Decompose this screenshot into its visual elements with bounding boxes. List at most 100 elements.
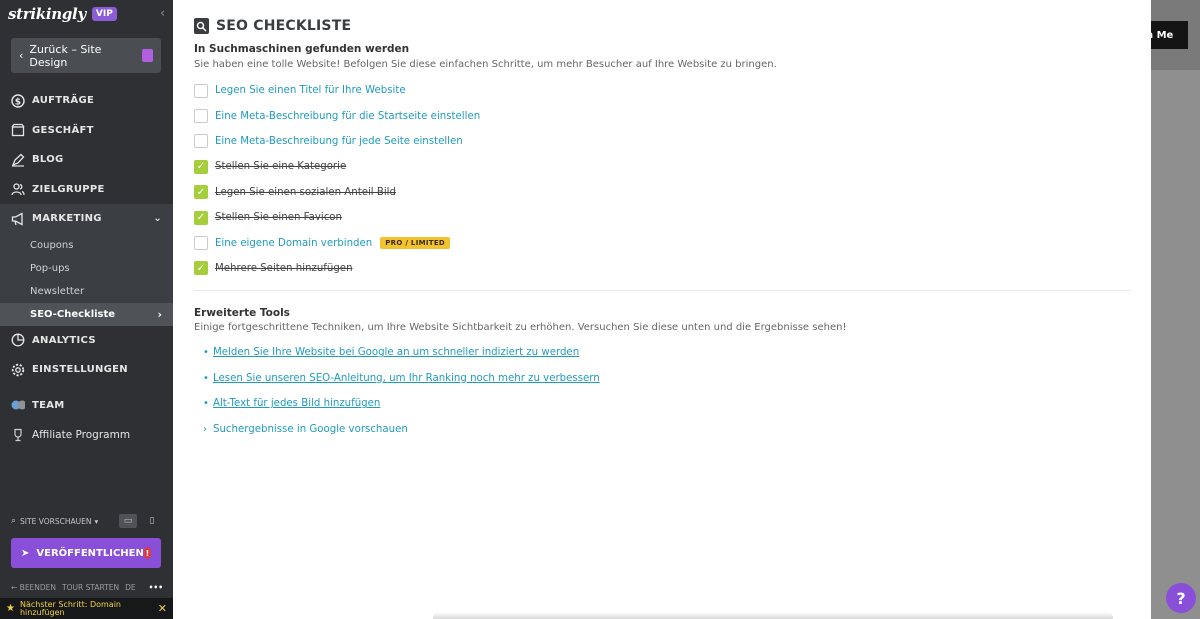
sidebar-item-auftraege[interactable]: $ AUFTRÄGE bbox=[0, 86, 173, 116]
sidebar-footer: ← BEENDEN TOUR STARTEN DE ••• bbox=[11, 583, 163, 592]
logo: strikingly bbox=[8, 5, 86, 23]
help-button[interactable]: ? bbox=[1166, 583, 1196, 613]
checklist-link[interactable]: Eine Meta-Beschreibung für jede Seite ei… bbox=[215, 136, 463, 147]
sidebar-subitem-newsletter[interactable]: Newsletter bbox=[0, 279, 173, 303]
section-title: Erweiterte Tools bbox=[194, 307, 290, 319]
checklist-item[interactable]: ✓ Stellen Sie eine Kategorie bbox=[194, 154, 480, 179]
google-submit-link[interactable]: Melden Sie Ihre Website bei Google an um… bbox=[213, 347, 579, 358]
subitem-label: Coupons bbox=[30, 239, 74, 251]
alt-text-link[interactable]: Alt-Text für jedes Bild hinzufügen bbox=[213, 398, 380, 409]
seo-checklist-panel: SEO CHECKLISTE In Suchmaschinen gefunden… bbox=[173, 0, 1151, 619]
caret-down-icon: ▾ bbox=[94, 516, 99, 526]
next-step-banner[interactable]: ★ Nächster Schritt: Domain hinzufügen ✕ bbox=[0, 598, 173, 619]
checklist-label: Stellen Sie einen Favicon bbox=[215, 212, 342, 224]
checkbox-checked[interactable]: ✓ bbox=[194, 261, 208, 276]
panel-header: SEO CHECKLISTE bbox=[194, 18, 351, 34]
checklist-item[interactable]: ✓ Legen Sie einen sozialen Anteil Bild bbox=[194, 180, 480, 205]
site-preview-control[interactable]: ⌕ SITE VORSCHAUEN ▾ ▭ ▯ bbox=[11, 514, 161, 528]
chevron-down-icon: ⌄ bbox=[153, 213, 162, 225]
list-item: • Lesen Sie unseren SEO-Anleitung, um Ih… bbox=[203, 366, 600, 392]
sidebar-item-blog[interactable]: BLOG bbox=[0, 145, 173, 175]
checklist-item[interactable]: Legen Sie einen Titel für Ihre Website bbox=[194, 78, 480, 103]
sidebar-subitem-coupons[interactable]: Coupons bbox=[0, 233, 173, 257]
pie-icon bbox=[11, 333, 25, 347]
checkbox[interactable] bbox=[194, 236, 208, 251]
dollar-icon: $ bbox=[11, 94, 25, 108]
chevron-right-icon: › bbox=[203, 423, 207, 435]
section-description: Sie haben eine tolle Website! Befolgen S… bbox=[194, 59, 777, 70]
page-title: SEO CHECKLISTE bbox=[216, 18, 352, 34]
device-toggle: ▭ ▯ bbox=[119, 514, 161, 528]
checkbox[interactable] bbox=[194, 109, 208, 124]
more-icon[interactable]: ••• bbox=[149, 583, 163, 592]
sidebar-item-marketing[interactable]: MARKETING ⌄ bbox=[0, 204, 173, 234]
back-label: Zurück – Site Design bbox=[29, 42, 102, 69]
mobile-icon[interactable]: ▯ bbox=[143, 514, 161, 528]
pro-limited-badge: PRO / LIMITED bbox=[380, 237, 451, 250]
sidebar-item-label: TEAM bbox=[32, 399, 65, 411]
list-item: • Alt-Text für jedes Bild hinzufügen bbox=[203, 391, 600, 417]
close-icon[interactable]: ✕ bbox=[158, 603, 167, 614]
sidebar-item-label: ZIELGRUPPE bbox=[32, 183, 105, 195]
pen-icon bbox=[11, 153, 25, 167]
checkbox-checked[interactable]: ✓ bbox=[194, 159, 208, 174]
star-icon: ★ bbox=[6, 602, 15, 614]
checklist-item[interactable]: Eine eigene Domain verbinden PRO / LIMIT… bbox=[194, 230, 480, 255]
sidebar: strikingly VIP ‹ ‹ Zurück – Site Design … bbox=[0, 0, 173, 619]
checklist-link[interactable]: Eine eigene Domain verbinden bbox=[215, 238, 372, 249]
checkbox[interactable] bbox=[194, 134, 208, 149]
svg-text:$: $ bbox=[15, 97, 22, 107]
google-preview-toggle[interactable]: › Suchergebnisse in Google vorschauen bbox=[203, 417, 600, 443]
sidebar-item-label: AUFTRÄGE bbox=[32, 95, 95, 107]
checklist-label: Mehrere Seiten hinzufügen bbox=[215, 262, 353, 274]
publish-button[interactable]: ➤ VERÖFFENTLICHEN ! bbox=[11, 538, 161, 568]
subitem-label: SEO-Checkliste bbox=[30, 308, 116, 320]
sidebar-item-analytics[interactable]: ANALYTICS bbox=[0, 326, 173, 356]
checklist-item[interactable]: ✓ Stellen Sie einen Favicon bbox=[194, 205, 480, 230]
bottom-shadow bbox=[433, 612, 1113, 619]
checkbox-checked[interactable]: ✓ bbox=[194, 210, 208, 225]
back-to-site-design-button[interactable]: ‹ Zurück – Site Design bbox=[11, 38, 161, 73]
seo-guide-link[interactable]: Lesen Sie unseren SEO-Anleitung, um Ihr … bbox=[213, 373, 600, 384]
section-description: Einige fortgeschrittene Techniken, um Ih… bbox=[194, 322, 847, 333]
checklist-link[interactable]: Eine Meta-Beschreibung für die Startseit… bbox=[215, 111, 480, 122]
checkbox[interactable] bbox=[194, 83, 208, 98]
quit-link[interactable]: ← BEENDEN bbox=[11, 583, 56, 592]
preview-label: SITE VORSCHAUEN bbox=[20, 516, 92, 526]
sidebar-nav: $ AUFTRÄGE GESCHÄFT BLOG ZIELGRUPPE MARK… bbox=[0, 86, 173, 450]
tour-link[interactable]: TOUR STARTEN bbox=[62, 583, 119, 592]
sidebar-item-team[interactable]: TEAM bbox=[0, 391, 173, 421]
checklist-item[interactable]: ✓ Mehrere Seiten hinzufügen bbox=[194, 256, 480, 281]
sidebar-item-einstellungen[interactable]: EINSTELLUNGEN bbox=[0, 355, 173, 385]
sidebar-item-label: MARKETING bbox=[32, 213, 102, 225]
checklist-item[interactable]: Eine Meta-Beschreibung für jede Seite ei… bbox=[194, 129, 480, 154]
sidebar-subitem-seo-checkliste[interactable]: SEO-Checkliste › bbox=[0, 302, 173, 326]
publish-label: VERÖFFENTLICHEN bbox=[36, 547, 144, 559]
desktop-icon[interactable]: ▭ bbox=[119, 514, 137, 528]
chevron-left-icon: ‹ bbox=[19, 49, 24, 62]
section-title: In Suchmaschinen gefunden werden bbox=[194, 43, 410, 55]
gear-icon bbox=[11, 363, 25, 377]
megaphone-icon bbox=[11, 212, 25, 226]
sidebar-item-geschaeft[interactable]: GESCHÄFT bbox=[0, 116, 173, 146]
checkbox-checked[interactable]: ✓ bbox=[194, 185, 208, 200]
vip-badge: VIP bbox=[91, 7, 117, 21]
list-item: • Melden Sie Ihre Website bei Google an … bbox=[203, 340, 600, 366]
sidebar-item-label: BLOG bbox=[32, 154, 64, 166]
sidebar-subitem-popups[interactable]: Pop-ups bbox=[0, 256, 173, 280]
sidebar-item-zielgruppe[interactable]: ZIELGRUPPE bbox=[0, 175, 173, 205]
next-step-label: Nächster Schritt: Domain hinzufügen bbox=[19, 599, 121, 617]
sidebar-item-label: EINSTELLUNGEN bbox=[32, 364, 128, 376]
checklist-label: Legen Sie einen sozialen Anteil Bild bbox=[215, 186, 396, 198]
search-doc-icon bbox=[194, 18, 209, 34]
collapse-sidebar-icon[interactable]: ‹ bbox=[160, 6, 165, 21]
sidebar-item-label: GESCHÄFT bbox=[32, 124, 94, 136]
chevron-right-icon: › bbox=[157, 307, 162, 321]
site-design-icon bbox=[142, 49, 153, 62]
language-link[interactable]: DE bbox=[125, 583, 136, 592]
sidebar-item-affiliate[interactable]: Affiliate Programm bbox=[0, 420, 173, 450]
search-icon: ⌕ bbox=[11, 516, 17, 526]
checklist-link[interactable]: Legen Sie einen Titel für Ihre Website bbox=[215, 85, 406, 96]
checklist-item[interactable]: Eine Meta-Beschreibung für die Startseit… bbox=[194, 103, 480, 128]
trophy-icon bbox=[11, 428, 25, 442]
